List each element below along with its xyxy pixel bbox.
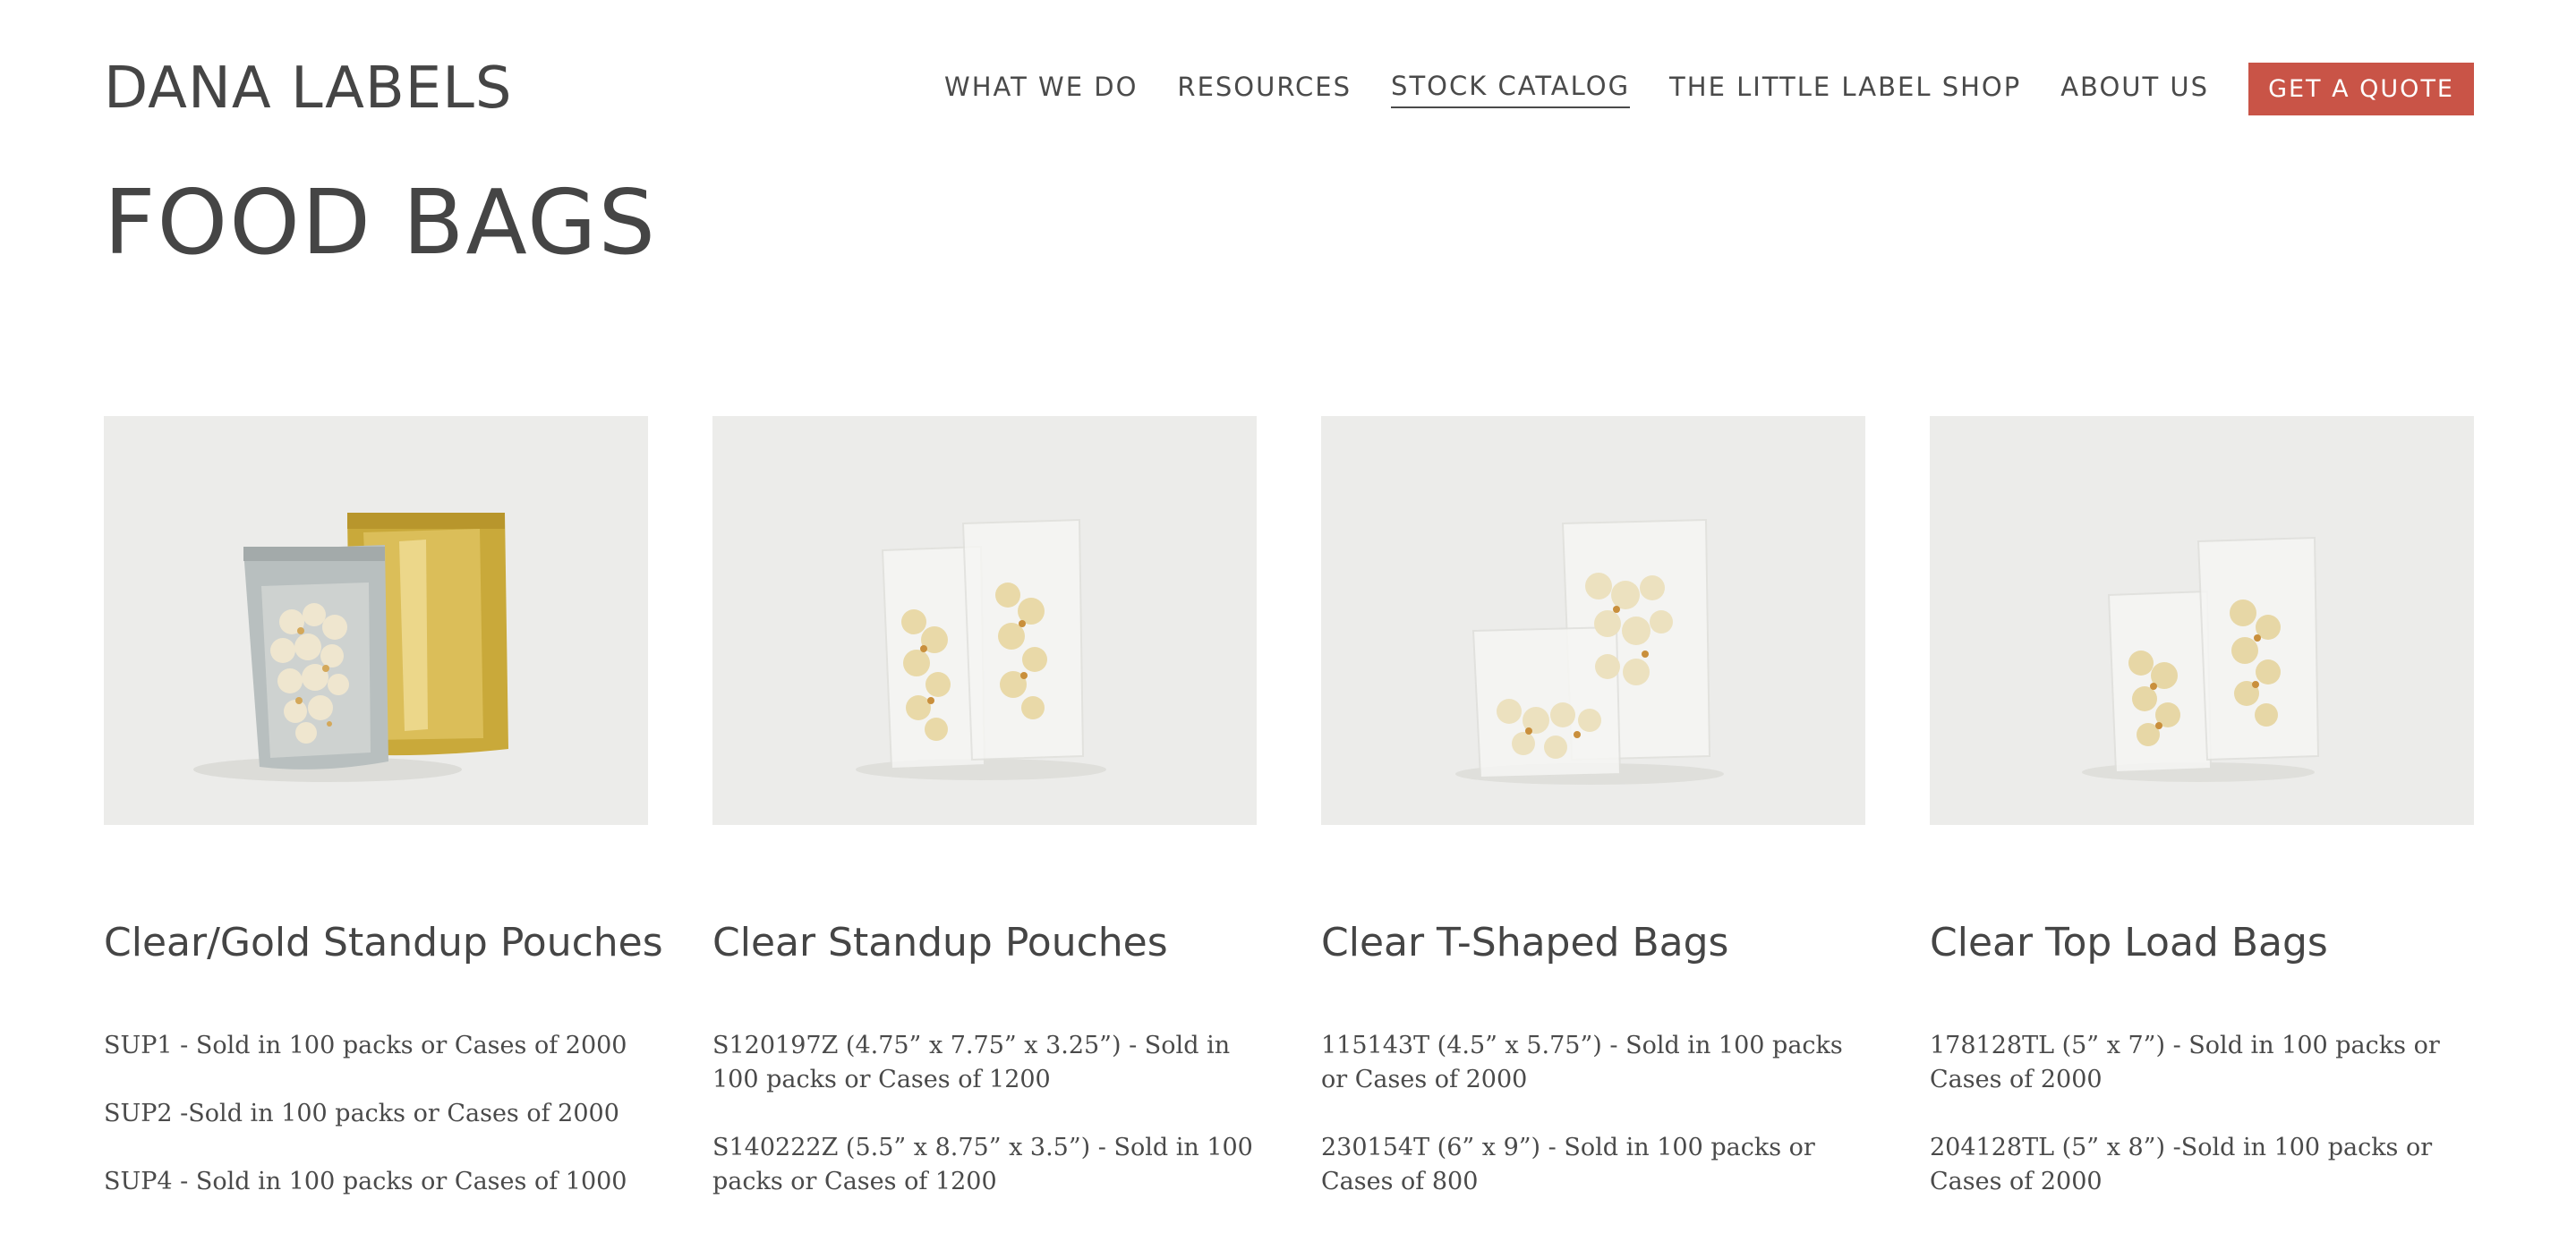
site-header: DANA LABELS WHAT WE DO RESOURCES STOCK C…	[0, 0, 2576, 179]
product-description: 178128TL (5” x 7”) - Sold in 100 packs o…	[1930, 1029, 2474, 1233]
product-spec-line: 178128TL (5” x 7”) - Sold in 100 packs o…	[1930, 1032, 2440, 1093]
product-image-clear-t-shaped-bags[interactable]	[1321, 416, 1865, 825]
product-title: Clear Standup Pouches	[712, 920, 1168, 965]
main-nav: WHAT WE DO RESOURCES STOCK CATALOG THE L…	[905, 63, 2474, 115]
get-a-quote-button[interactable]: GET A QUOTE	[2248, 63, 2474, 115]
product-spec-line: SUP4 - Sold in 100 packs or Cases of 100…	[104, 1168, 627, 1195]
product-spec-line: S140222Z (5.5” x 8.75” x 3.5”) - Sold in…	[712, 1134, 1253, 1195]
product-title: Clear T-Shaped Bags	[1321, 920, 1729, 965]
product-image-clear-standup-pouches[interactable]	[712, 416, 1257, 825]
product-spec-line: SUP2 -Sold in 100 packs or Cases of 2000	[104, 1100, 619, 1127]
product-spec-line: S120197Z (4.75” x 7.75” x 3.25”) - Sold …	[712, 1032, 1231, 1093]
product-image-clear-top-load-bags[interactable]	[1930, 416, 2474, 825]
product-image-clear-gold-pouches[interactable]	[104, 416, 648, 825]
product-spec-line: 115143T (4.5” x 5.75”) - Sold in 100 pac…	[1321, 1032, 1843, 1093]
product-description: SUP1 - Sold in 100 packs or Cases of 200…	[104, 1029, 648, 1233]
product-spec-line: SUP1 - Sold in 100 packs or Cases of 200…	[104, 1032, 627, 1059]
page-title: FOOD BAGS	[104, 170, 657, 275]
product-spec-line: 204128TL (5” x 8”) -Sold in 100 packs or…	[1930, 1134, 2433, 1195]
nav-what-we-do[interactable]: WHAT WE DO	[944, 72, 1138, 107]
product-card: Clear Top Load Bags 178128TL (5” x 7”) -…	[1930, 416, 2474, 1233]
site-logo[interactable]: DANA LABELS	[104, 55, 512, 122]
product-description: S120197Z (4.75” x 7.75” x 3.25”) - Sold …	[712, 1029, 1257, 1233]
product-card: Clear T-Shaped Bags 115143T (4.5” x 5.75…	[1321, 416, 1865, 1233]
product-title: Clear/Gold Standup Pouches	[104, 920, 663, 965]
product-grid: Clear/Gold Standup Pouches SUP1 - Sold i…	[104, 416, 2474, 1233]
nav-about-us[interactable]: ABOUT US	[2060, 72, 2209, 107]
product-description: 115143T (4.5” x 5.75”) - Sold in 100 pac…	[1321, 1029, 1865, 1233]
nav-resources[interactable]: RESOURCES	[1177, 72, 1352, 107]
nav-stock-catalog[interactable]: STOCK CATALOG	[1391, 71, 1631, 108]
product-spec-line: 230154T (6” x 9”) - Sold in 100 packs or…	[1321, 1134, 1815, 1195]
product-card: Clear/Gold Standup Pouches SUP1 - Sold i…	[104, 416, 663, 1233]
product-title: Clear Top Load Bags	[1930, 920, 2328, 965]
nav-little-label-shop[interactable]: THE LITTLE LABEL SHOP	[1669, 72, 2021, 107]
product-card: Clear Standup Pouches S120197Z (4.75” x …	[712, 416, 1257, 1233]
